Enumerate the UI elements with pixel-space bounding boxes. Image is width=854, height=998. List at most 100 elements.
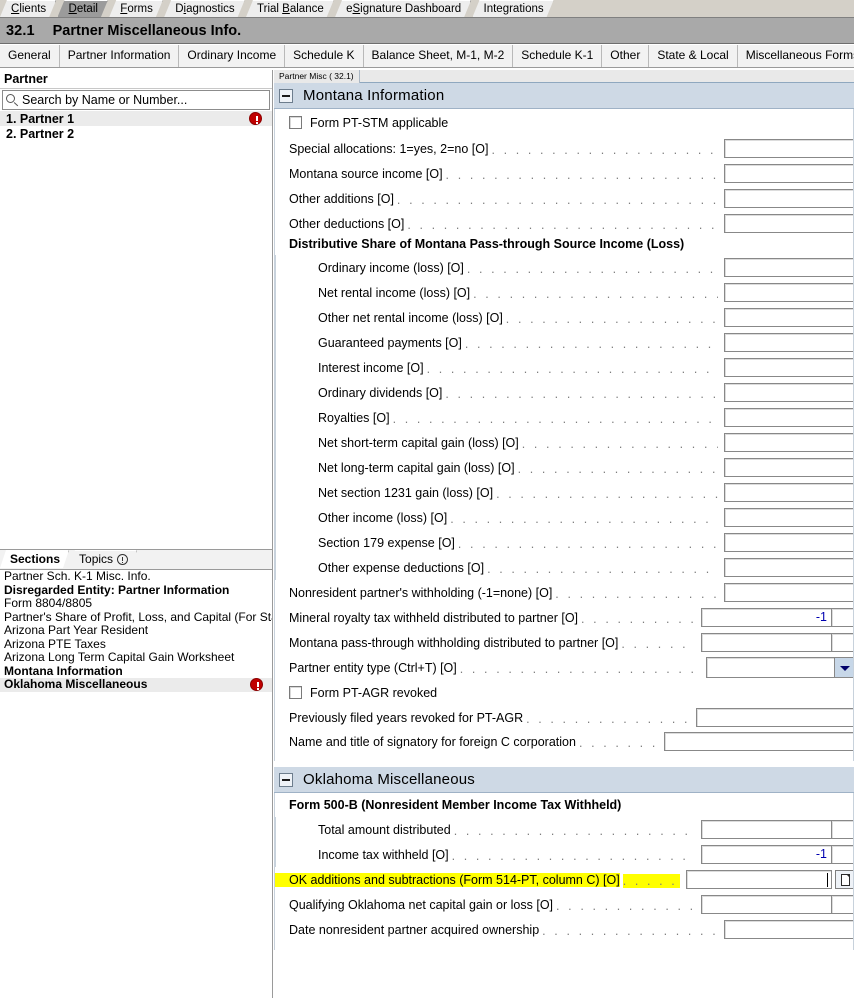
app-tab-detail[interactable]: Detail [58, 0, 108, 17]
sections-list: Partner Sch. K-1 Misc. Info. Disregarded… [0, 569, 272, 692]
input-other-expense-deductions[interactable] [724, 558, 854, 577]
document-icon-button[interactable] [835, 870, 854, 889]
input-other-income[interactable] [724, 508, 854, 527]
app-tab-forms[interactable]: Forms [109, 0, 163, 17]
form-row-qualifying-ok-net-capital-gain: Qualifying Oklahoma net capital gain or … [275, 892, 854, 917]
input-montana-source-income[interactable] [724, 164, 854, 183]
field-label: Nonresident partner's withholding (-1=no… [275, 586, 552, 600]
input-tail-segment[interactable] [831, 895, 854, 914]
form-row-interest-income: Interest income [O] . . . . . . . . . . … [276, 355, 854, 380]
section-item-arizona-pte-taxes[interactable]: Arizona PTE Taxes [0, 638, 272, 652]
content-tab-partner-misc[interactable]: Partner Misc ( 32.1) [274, 70, 360, 83]
tab-partner-information[interactable]: Partner Information [60, 45, 180, 67]
section-item-montana-information[interactable]: Montana Information [0, 665, 272, 679]
field-label: Name and title of signatory for foreign … [275, 735, 576, 749]
form-row-other-net-rental-income: Other net rental income (loss) [O] . . .… [276, 305, 854, 330]
input-total-amount-distributed[interactable] [701, 820, 831, 839]
form-row-guaranteed-payments: Guaranteed payments [O] . . . . . . . . … [276, 330, 854, 355]
input-net-rental-income[interactable] [724, 283, 854, 302]
tab-state-and-local[interactable]: State & Local [649, 45, 737, 67]
app-tab-clients[interactable]: Clients [0, 0, 56, 17]
checkbox-form-pt-agr-revoked[interactable] [289, 686, 302, 699]
input-net-section-1231-gain[interactable] [724, 483, 854, 502]
input-group-mineral-royalty-tax: -1 [701, 608, 854, 627]
input-nonresident-withholding[interactable] [724, 583, 854, 602]
dot-leader: . . . . . . . . . . . . . . . . . . . . … [491, 143, 718, 157]
text-cursor [827, 873, 828, 887]
app-tab-diagnostics[interactable]: Diagnostics [164, 0, 244, 17]
collapse-minus-icon[interactable] [279, 89, 293, 103]
section-title: Montana Information [303, 87, 444, 104]
section-item-oklahoma-miscellaneous[interactable]: Oklahoma Miscellaneous [0, 678, 272, 692]
form-content-area: Partner Misc ( 32.1) Montana Information… [274, 70, 854, 998]
tab-schedule-k[interactable]: Schedule K [285, 45, 363, 67]
dot-leader: . . . . . . . . . . . . . . . . . . . . … [473, 287, 718, 301]
partner-list-item-1[interactable]: 1. Partner 1 [0, 111, 272, 126]
section-item-label: Arizona Part Year Resident [4, 624, 148, 637]
tab-balance-sheet[interactable]: Balance Sheet, M-1, M-2 [364, 45, 514, 67]
section-header-montana: Montana Information [274, 83, 854, 109]
input-tail-segment[interactable] [831, 845, 854, 864]
field-label: Net long-term capital gain (loss) [O] [276, 461, 515, 475]
input-ordinary-dividends[interactable] [724, 383, 854, 402]
input-ordinary-income[interactable] [724, 258, 854, 277]
input-ok-additions-subtractions[interactable] [686, 870, 832, 889]
tab-general[interactable]: General [0, 45, 60, 67]
input-guaranteed-payments[interactable] [724, 333, 854, 352]
input-other-deductions[interactable] [724, 214, 854, 233]
app-tab-trial-balance[interactable]: Trial Balance [246, 0, 334, 17]
collapse-minus-icon[interactable] [279, 773, 293, 787]
app-tab-esignature-dashboard[interactable]: eSignature Dashboard [335, 0, 471, 17]
partner-list-item-2[interactable]: 2. Partner 2 [0, 126, 272, 141]
input-group-total-amount [701, 820, 854, 839]
field-label: Net rental income (loss) [O] [276, 286, 470, 300]
input-interest-income[interactable] [724, 358, 854, 377]
input-income-tax-withheld[interactable]: -1 [701, 845, 831, 864]
section-item-disregarded-entity[interactable]: Disregarded Entity: Partner Information [0, 584, 272, 598]
tab-schedule-k-1[interactable]: Schedule K-1 [513, 45, 602, 67]
input-net-short-term-capital-gain[interactable] [724, 433, 854, 452]
input-special-allocations[interactable] [724, 139, 854, 158]
input-section-179-expense[interactable] [724, 533, 854, 552]
error-badge-icon [249, 112, 262, 125]
section-item-partners-share[interactable]: Partner's Share of Profit, Loss, and Cap… [0, 611, 272, 625]
field-label: Mineral royalty tax withheld distributed… [275, 611, 578, 625]
input-royalties[interactable] [724, 408, 854, 427]
input-qualifying-ok-net-capital-gain[interactable] [701, 895, 831, 914]
form-500b-group: Total amount distributed . . . . . . . .… [275, 817, 854, 867]
section-item-partner-sch-k1[interactable]: Partner Sch. K-1 Misc. Info. [0, 570, 272, 584]
dot-leader: . . . . . . . . . . . . . . . . . . . . … [581, 612, 695, 626]
section-item-arizona-ltcg[interactable]: Arizona Long Term Capital Gain Worksheet [0, 651, 272, 665]
input-previously-filed-years[interactable] [696, 708, 854, 727]
input-other-additions[interactable] [724, 189, 854, 208]
select-partner-entity-type[interactable] [706, 657, 854, 678]
input-tail-segment[interactable] [831, 633, 854, 652]
tab-ordinary-income[interactable]: Ordinary Income [179, 45, 285, 67]
input-mineral-royalty-tax[interactable]: -1 [701, 608, 831, 627]
tab-topics[interactable]: Topics [69, 550, 137, 568]
form-row-net-section-1231-gain: Net section 1231 gain (loss) [O] . . . .… [276, 480, 854, 505]
form-row-ordinary-dividends: Ordinary dividends [O] . . . . . . . . .… [276, 380, 854, 405]
tab-other[interactable]: Other [602, 45, 649, 67]
form-row-montana-source-income: Montana source income [O] . . . . . . . … [275, 161, 854, 186]
form-row-net-long-term-capital-gain: Net long-term capital gain (loss) [O] . … [276, 455, 854, 480]
tab-sections[interactable]: Sections [0, 550, 69, 568]
input-other-net-rental-income[interactable] [724, 308, 854, 327]
page-title: Partner Miscellaneous Info. [53, 23, 242, 39]
section-item-arizona-part-year[interactable]: Arizona Part Year Resident [0, 624, 272, 638]
select-value [707, 658, 834, 677]
input-tail-segment[interactable] [831, 608, 854, 627]
partner-search-box[interactable]: Search by Name or Number... [2, 90, 270, 110]
input-signatory-name-title[interactable] [664, 732, 854, 751]
section-item-form-8804-8805[interactable]: Form 8804/8805 [0, 597, 272, 611]
search-input[interactable]: Search by Name or Number... [22, 93, 187, 107]
input-date-acquired-ownership[interactable] [724, 920, 854, 939]
input-net-long-term-capital-gain[interactable] [724, 458, 854, 477]
tab-miscellaneous-forms[interactable]: Miscellaneous Forms [738, 45, 854, 67]
checkbox-form-pt-stm[interactable] [289, 116, 302, 129]
input-tail-segment[interactable] [831, 820, 854, 839]
app-tab-integrations[interactable]: Integrations [473, 0, 554, 17]
form-scroll-area[interactable]: Montana Information Form PT-STM applicab… [274, 83, 854, 950]
input-montana-passthrough-withholding[interactable] [701, 633, 831, 652]
chevron-down-icon[interactable] [834, 658, 853, 677]
